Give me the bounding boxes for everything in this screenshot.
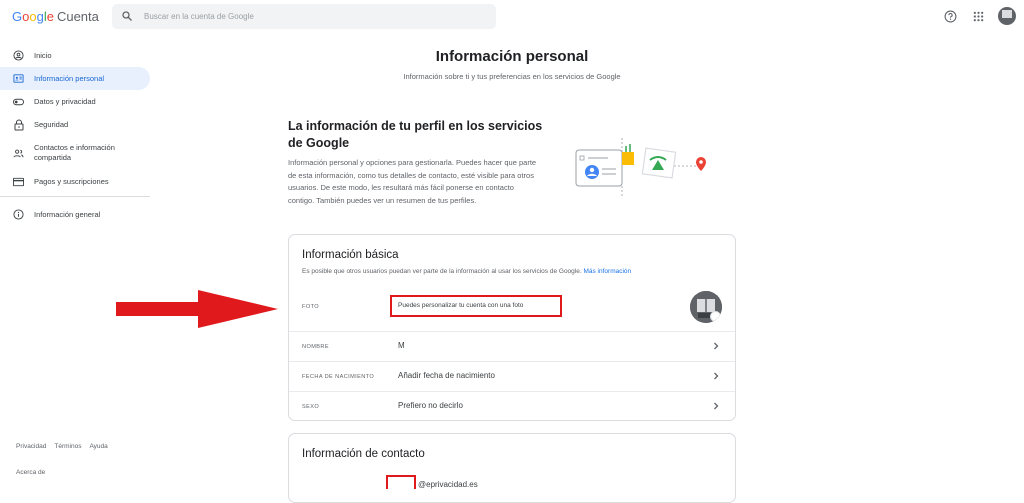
contact-info-title: Información de contacto <box>302 448 425 460</box>
photo-value: Puedes personalizar tu cuenta con una fo… <box>398 302 524 309</box>
sidebar-item-pagos[interactable]: Pagos y suscripciones <box>0 170 150 193</box>
profile-illustration <box>575 138 706 198</box>
basic-info-subtitle-text: Es posible que otros usuarios puedan ver… <box>302 268 582 275</box>
camera-icon <box>710 311 721 322</box>
top-bar: Google Cuenta Buscar en la cuenta de Goog… <box>0 0 1024 34</box>
sidebar-item-label: Seguridad <box>34 120 69 129</box>
lock-icon <box>13 119 24 130</box>
logo-letter: g <box>36 9 44 24</box>
name-label: NOMBRE <box>302 344 329 350</box>
sidebar-item-informacion-personal[interactable]: Información personal <box>0 67 150 90</box>
profile-section-title: La información de tu perfil en los servi… <box>288 119 543 150</box>
person-circle-icon <box>13 50 24 61</box>
gender-value: Prefiero no decirlo <box>398 401 463 410</box>
chevron-right-icon <box>714 372 719 380</box>
top-right-actions <box>942 7 1016 25</box>
footer-link-terminos[interactable]: Términos <box>54 443 81 450</box>
sidebar-item-datos-privacidad[interactable]: Datos y privacidad <box>0 90 150 113</box>
help-icon[interactable] <box>942 8 958 24</box>
name-value: M <box>398 341 405 350</box>
sidebar-item-seguridad[interactable]: Seguridad <box>0 113 150 136</box>
apps-grid-icon[interactable] <box>970 8 986 24</box>
sidebar-item-label: Información general <box>34 210 101 219</box>
search-input[interactable]: Buscar en la cuenta de Google <box>112 4 496 29</box>
footer-link-ayuda[interactable]: Ayuda <box>89 443 107 450</box>
info-icon <box>13 209 24 220</box>
basic-info-subtitle: Es posible que otros usuarios puedan ver… <box>302 268 631 275</box>
people-icon <box>13 148 24 159</box>
logo-letter: e <box>46 9 54 24</box>
logo-letter: o <box>29 9 37 24</box>
sidebar-item-label: Datos y privacidad <box>34 97 96 106</box>
basic-info-title: Información básica <box>302 249 399 261</box>
sidebar-item-label: Información personal <box>34 74 105 83</box>
logo-letter: G <box>12 9 23 24</box>
sidebar-item-label: Pagos y suscripciones <box>34 177 109 186</box>
sidebar-item-informacion-general[interactable]: Información general <box>0 203 150 226</box>
chevron-right-icon <box>714 342 719 350</box>
highlight-box <box>386 475 416 489</box>
footer-link-acerca-de[interactable]: Acerca de <box>16 469 45 476</box>
photo-row[interactable]: FOTO Puedes personalizar tu cuenta con u… <box>289 285 735 331</box>
footer-link-privacidad[interactable]: Privacidad <box>16 443 46 450</box>
search-icon <box>122 11 132 21</box>
account-avatar[interactable] <box>998 7 1016 25</box>
sidebar-item-label: Contactos e información compartida <box>34 143 115 162</box>
toggle-icon <box>13 96 24 107</box>
more-info-link[interactable]: Más información <box>583 268 631 275</box>
basic-info-card: Información básica Es posible que otros … <box>288 234 736 421</box>
contact-info-card: Información de contacto @eprivacidad.es <box>288 433 736 503</box>
birthdate-value: Añadir fecha de nacimiento <box>398 371 495 380</box>
profile-section-description: Información personal y opciones para ges… <box>288 158 537 205</box>
photo-label: FOTO <box>302 304 320 310</box>
sidebar-item-inicio[interactable]: Inicio <box>0 44 150 67</box>
name-row[interactable]: NOMBRE M <box>289 331 735 361</box>
birthdate-row[interactable]: FECHA DE NACIMIENTO Añadir fecha de naci… <box>289 361 735 391</box>
id-card-icon <box>13 73 24 84</box>
profile-photo-avatar[interactable] <box>690 291 722 323</box>
gender-row[interactable]: SEXO Prefiero no decirlo <box>289 391 735 421</box>
sidebar-item-contactos[interactable]: Contactos e información compartida <box>0 136 150 170</box>
chevron-right-icon <box>714 402 719 410</box>
gender-label: SEXO <box>302 404 320 410</box>
search-placeholder: Buscar en la cuenta de Google <box>144 12 254 21</box>
footer-links: Privacidad Términos Ayuda <box>16 443 108 450</box>
product-name: Cuenta <box>56 9 99 24</box>
page-subtitle: Información sobre ti y tus preferencias … <box>403 72 621 81</box>
credit-card-icon <box>13 176 24 187</box>
red-arrow-annotation <box>116 290 278 328</box>
page-title: Información personal <box>435 48 589 65</box>
email-value[interactable]: @eprivacidad.es <box>418 480 478 489</box>
sidebar: Inicio Información personal Datos y priv… <box>0 44 150 226</box>
sidebar-divider <box>0 196 150 197</box>
birthdate-label: FECHA DE NACIMIENTO <box>302 374 375 380</box>
google-account-logo[interactable]: Google Cuenta <box>12 9 99 24</box>
sidebar-item-label: Inicio <box>34 51 52 60</box>
